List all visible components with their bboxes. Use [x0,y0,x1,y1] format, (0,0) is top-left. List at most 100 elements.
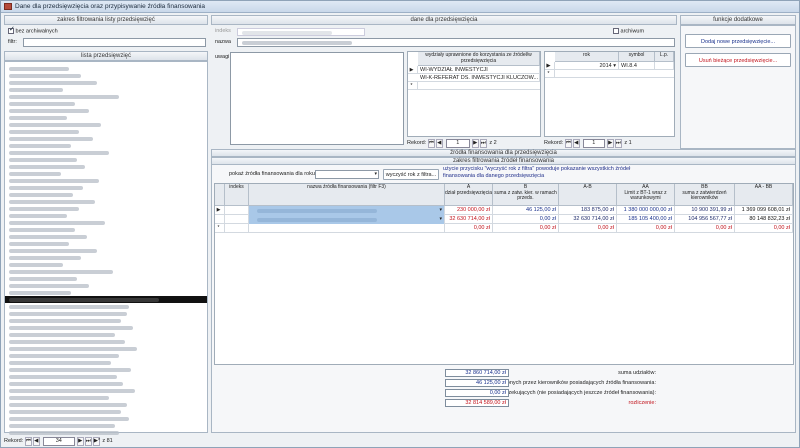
project-list-item[interactable] [5,282,207,289]
next-record-button[interactable]: ▶ [606,139,614,148]
project-list-item[interactable] [5,114,207,121]
row-selector[interactable]: * [215,224,225,233]
source-value-a-b[interactable]: 32 630 714,00 zł [559,215,617,224]
source-value-aa[interactable]: 0,00 zł [617,224,675,233]
source-value-aa[interactable]: 1 380 000 000,00 zł [617,206,675,215]
new-record-button[interactable]: ▶* [92,437,100,446]
project-list-item[interactable] [5,149,207,156]
source-value-a[interactable]: 32 630 714,00 zł [445,215,493,224]
departments-record-input[interactable]: 1 [445,139,470,148]
source-name[interactable]: ▾ [249,215,445,224]
project-list-item[interactable] [5,373,207,380]
project-list-item[interactable] [5,408,207,415]
source-name[interactable] [249,224,445,233]
project-list-item[interactable] [5,93,207,100]
source-value-aa-bb[interactable]: 1 369 099 608,01 zł [735,206,793,215]
last-record-button[interactable]: ⏭ [84,437,92,446]
prev-record-button[interactable]: ◀ [572,139,580,148]
row-selector[interactable] [215,215,225,224]
notes-field[interactable] [230,52,404,145]
project-list-item[interactable] [5,240,207,247]
department-name[interactable]: WI-K-REFERAT DS. INWESTYCJI KLUCZOW... [418,74,540,82]
symbol-value[interactable]: WI.8.4 [619,62,655,70]
year-value[interactable]: 2014 ▾ [555,62,619,70]
project-list-item[interactable] [5,303,207,310]
archive-toggle[interactable]: archiwum [613,28,644,35]
list-record-input[interactable]: 34 [42,437,75,446]
project-list-item[interactable] [5,268,207,275]
source-value-a[interactable]: 0,00 zł [445,224,493,233]
department-name[interactable]: WI-WYDZIAŁ INWESTYCJI [418,66,540,74]
project-list-item[interactable] [5,226,207,233]
project-list-item[interactable] [5,338,207,345]
project-list-item[interactable] [5,219,207,226]
project-list-item[interactable] [5,163,207,170]
project-list-item[interactable] [5,233,207,240]
project-list-item[interactable] [5,177,207,184]
source-row[interactable]: ▶ ▾ 230 000,00 zł 46 125,00 zł 183 875,00 zł… [215,206,793,215]
project-list-item[interactable] [5,387,207,394]
source-value-bb[interactable]: 10 900 391,99 zł [675,206,735,215]
prev-record-button[interactable]: ◀ [435,139,443,148]
project-list-item[interactable] [5,254,207,261]
first-record-button[interactable]: ⏮ [24,437,32,446]
department-new-row[interactable]: * [408,82,540,90]
project-list-item[interactable] [5,184,207,191]
project-list-item[interactable] [5,422,207,429]
next-record-button[interactable]: ▶ [76,437,84,446]
project-list-item[interactable] [5,156,207,163]
source-index[interactable] [225,224,249,233]
chevron-down-icon[interactable]: ▾ [439,215,442,224]
first-record-button[interactable]: ⏮ [427,139,435,148]
project-list-item[interactable] [5,191,207,198]
project-list-item[interactable] [5,317,207,324]
project-list-item[interactable] [5,366,207,373]
project-list-item[interactable] [5,107,207,114]
source-value-aa[interactable]: 185 105 400,00 zł [617,215,675,224]
source-index[interactable] [225,206,249,215]
name-field[interactable] [237,38,675,47]
project-list-item[interactable] [5,331,207,338]
project-list-item[interactable] [5,359,207,366]
source-value-b[interactable]: 0,00 zł [493,215,559,224]
source-value-aa-bb[interactable]: 0,00 zł [735,224,793,233]
source-index[interactable] [225,215,249,224]
archive-checkbox[interactable] [8,26,15,34]
project-list-item[interactable] [5,205,207,212]
chevron-down-icon[interactable]: ▾ [439,206,442,215]
project-list-item[interactable] [5,345,207,352]
delete-project-button[interactable]: Usuń bieżące przedsięwzięcie... [685,53,791,67]
project-list-item[interactable] [5,324,207,331]
project-list-item[interactable] [5,247,207,254]
clear-year-filter-button[interactable]: wyczyść rok z filtra... [383,169,439,180]
add-project-button[interactable]: Dodaj nowe przedsięwzięcie... [685,34,791,48]
project-list-item[interactable] [5,275,207,282]
prev-record-button[interactable]: ◀ [32,437,40,446]
project-list-item[interactable] [5,198,207,205]
year-row[interactable]: ▶ 2014 ▾ WI.8.4 [545,62,674,70]
project-list-item[interactable] [5,352,207,359]
archive-toggle-checkbox[interactable] [613,28,619,34]
project-list-item[interactable] [5,170,207,177]
project-list-item[interactable] [5,401,207,408]
project-list-item[interactable] [5,429,207,436]
project-list-item[interactable] [5,135,207,142]
department-row[interactable]: WI-K-REFERAT DS. INWESTYCJI KLUCZOW... [408,74,540,82]
project-list-item[interactable] [5,394,207,401]
next-record-button[interactable]: ▶ [471,139,479,148]
archive-filter[interactable]: bez archiwalnych [8,26,58,35]
source-value-a[interactable]: 230 000,00 zł [445,206,493,215]
source-value-bb[interactable]: 104 956 567,77 zł [675,215,735,224]
project-list-item[interactable] [5,296,207,303]
years-record-input[interactable]: 1 [582,139,605,148]
source-value-b[interactable]: 0,00 zł [493,224,559,233]
project-list-item[interactable] [5,380,207,387]
department-row[interactable]: ▶ WI-WYDZIAŁ INWESTYCJI [408,66,540,74]
project-list-item[interactable] [5,415,207,422]
project-list-item[interactable] [5,310,207,317]
last-record-button[interactable]: ⏭ [614,139,622,148]
project-list[interactable] [4,61,208,436]
source-value-aa-bb[interactable]: 80 148 832,23 zł [735,215,793,224]
index-field[interactable] [237,28,365,36]
last-record-button[interactable]: ⏭ [479,139,487,148]
